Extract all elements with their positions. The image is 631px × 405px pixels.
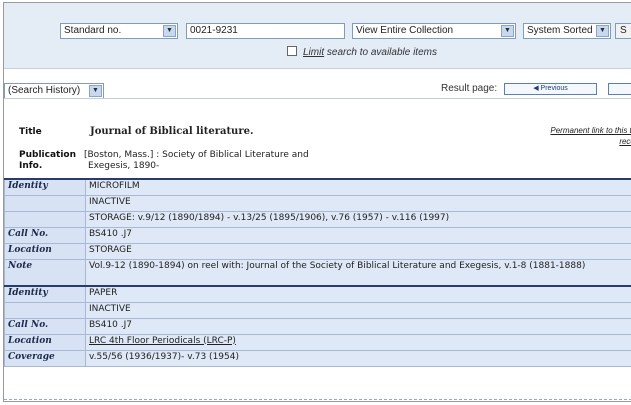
search-input[interactable]: 0021-9231 xyxy=(186,23,345,39)
chevron-down-icon[interactable]: ▼ xyxy=(596,25,609,37)
holding-label xyxy=(4,301,86,319)
holding-value: BS410 .J7 xyxy=(85,317,631,335)
permanent-link-line1[interactable]: Permanent link to this title xyxy=(550,126,631,135)
result-page-label: Result page: xyxy=(441,83,498,94)
permanent-link[interactable]: Permanent link to this title record xyxy=(512,125,631,147)
table-row: Location LRC 4th Floor Periodicals (LRC-… xyxy=(4,333,631,351)
holding-value: v.55/56 (1936/1937)- v.73 (1954) xyxy=(85,349,631,367)
holding-label: Note xyxy=(4,258,86,287)
table-row: Note Vol.9-12 (1890-1894) on reel with: … xyxy=(4,258,631,287)
table-row: INACTIVE xyxy=(4,194,631,212)
holding-label: Identity xyxy=(4,285,86,303)
search-field-select-value: Standard no. xyxy=(64,25,122,36)
title-label: Title xyxy=(19,127,42,137)
table-row: STORAGE: v.9/12 (1890/1894) - v.13/25 (1… xyxy=(4,210,631,228)
table-row: Identity MICROFILM xyxy=(4,178,631,196)
search-history-select[interactable]: (Search History) ▼ xyxy=(4,83,104,99)
search-button[interactable]: S xyxy=(615,23,631,39)
holding-label xyxy=(4,194,86,212)
publication-value: [Boston, Mass.] : Society of Biblical Li… xyxy=(84,150,309,172)
collection-select[interactable]: View Entire Collection ▼ xyxy=(352,23,516,39)
publication-value-line1: [Boston, Mass.] : Society of Biblical Li… xyxy=(84,150,309,160)
table-row: Location STORAGE xyxy=(4,242,631,260)
search-field-select[interactable]: Standard no. ▼ xyxy=(60,23,178,39)
holdings-table: Identity MICROFILM INACTIVE STORAGE: v.9… xyxy=(4,178,631,367)
title-value: Journal of Biblical literature. xyxy=(90,126,254,137)
table-row: INACTIVE xyxy=(4,301,631,319)
table-row: Identity PAPER xyxy=(4,285,631,303)
holding-label: Coverage xyxy=(4,349,86,367)
collection-select-value: View Entire Collection xyxy=(356,25,454,36)
holding-value: BS410 .J7 xyxy=(85,226,631,244)
search-bar: Standard no. ▼ 0021-9231 View Entire Col… xyxy=(4,3,631,69)
holding-value: PAPER xyxy=(85,285,631,303)
sort-select[interactable]: System Sorted ▼ xyxy=(523,23,611,39)
table-row: Call No. BS410 .J7 xyxy=(4,317,631,335)
holding-label: Location xyxy=(4,333,86,351)
holding-value: MICROFILM xyxy=(85,178,631,196)
permanent-link-line2[interactable]: record xyxy=(619,137,631,146)
holding-label xyxy=(4,210,86,228)
location-link[interactable]: LRC 4th Floor Periodicals (LRC-P) xyxy=(89,336,236,346)
title-label-text: Title xyxy=(19,127,42,137)
previous-button-label: Previous xyxy=(540,85,568,92)
publication-label: Publication Info. xyxy=(19,150,76,172)
limit-label-prefix: Limit xyxy=(303,47,325,58)
holding-label: Location xyxy=(4,242,86,260)
holding-label: Call No. xyxy=(4,226,86,244)
holding-value: STORAGE xyxy=(85,242,631,260)
search-button-label: S xyxy=(620,25,627,36)
holding-value: Vol.9-12 (1890-1894) on reel with: Journ… xyxy=(85,258,631,287)
previous-button[interactable]: ◀ Previous xyxy=(504,83,597,95)
publication-label-line2: Info. xyxy=(19,161,43,171)
divider xyxy=(4,399,631,400)
limit-label-rest: search to available items xyxy=(324,47,437,58)
search-input-value: 0021-9231 xyxy=(190,25,238,36)
catalog-record-window: Standard no. ▼ 0021-9231 View Entire Col… xyxy=(3,2,631,402)
next-button[interactable] xyxy=(608,83,631,95)
holding-label: Call No. xyxy=(4,317,86,335)
sort-select-value: System Sorted xyxy=(527,25,593,36)
chevron-down-icon[interactable]: ▼ xyxy=(89,85,102,97)
chevron-down-icon[interactable]: ▼ xyxy=(163,25,176,37)
chevron-down-icon[interactable]: ▼ xyxy=(501,25,514,37)
limit-search-option[interactable]: Limit search to available items xyxy=(287,46,437,58)
holding-value: INACTIVE xyxy=(85,301,631,319)
table-row: Coverage v.55/56 (1936/1937)- v.73 (1954… xyxy=(4,349,631,367)
limit-checkbox[interactable] xyxy=(287,46,297,56)
holding-value: INACTIVE xyxy=(85,194,631,212)
holding-value: LRC 4th Floor Periodicals (LRC-P) xyxy=(85,333,631,351)
holding-value: STORAGE: v.9/12 (1890/1894) - v.13/25 (1… xyxy=(85,210,631,228)
publication-label-line1: Publication xyxy=(19,150,77,160)
publication-value-line2: Exegesis, 1890- xyxy=(88,161,160,171)
table-row: Call No. BS410 .J7 xyxy=(4,226,631,244)
holding-label: Identity xyxy=(4,178,86,196)
divider xyxy=(4,98,631,99)
search-history-value: (Search History) xyxy=(8,85,81,96)
